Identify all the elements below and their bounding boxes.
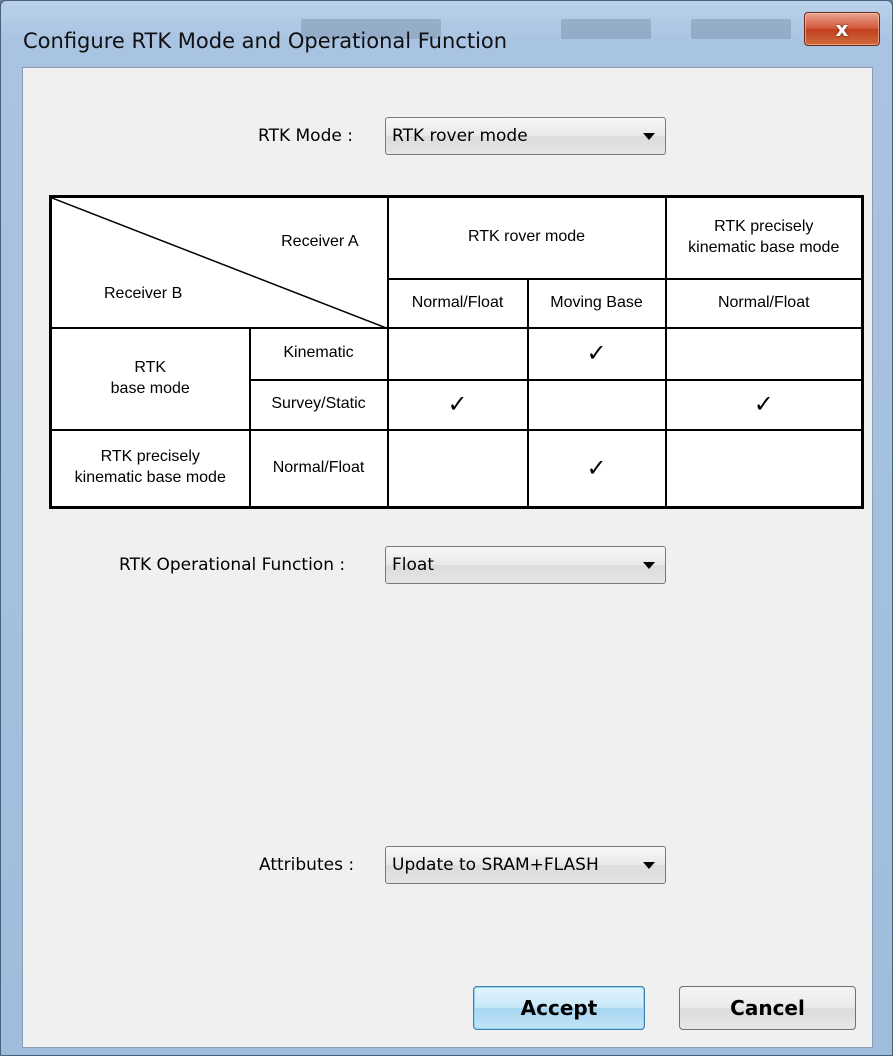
col-group-rover: RTK rover mode bbox=[386, 195, 667, 280]
row-group-rtk-base: RTK base mode bbox=[49, 326, 251, 431]
accept-button[interactable]: Accept bbox=[473, 986, 645, 1030]
title-bar-background-blur bbox=[691, 19, 791, 39]
window-title: Configure RTK Mode and Operational Funct… bbox=[23, 29, 508, 53]
sub-col-normal-float: Normal/Float bbox=[386, 277, 529, 329]
close-button[interactable]: x bbox=[804, 12, 880, 46]
rtk-mode-label: RTK Mode : bbox=[258, 126, 353, 146]
close-icon: x bbox=[835, 17, 849, 41]
table-cell bbox=[386, 326, 529, 381]
rtk-mode-value: RTK rover mode bbox=[392, 126, 528, 146]
table-cell bbox=[386, 428, 529, 509]
check-icon: ✓ bbox=[664, 378, 864, 431]
receiver-b-label: Receiver B bbox=[104, 285, 183, 302]
compatibility-table: Receiver A Receiver B RTK rover mode RTK… bbox=[49, 195, 864, 509]
sub-row-kinematic: Kinematic bbox=[248, 326, 389, 381]
attributes-label: Attributes : bbox=[259, 855, 355, 875]
row-group-precise-base: RTK precisely kinematic base mode bbox=[49, 428, 251, 509]
attributes-dropdown[interactable]: Update to SRAM+FLASH bbox=[385, 846, 666, 884]
attributes-value: Update to SRAM+FLASH bbox=[392, 855, 599, 875]
chevron-down-icon bbox=[643, 862, 655, 869]
title-bar[interactable]: Configure RTK Mode and Operational Funct… bbox=[1, 1, 892, 67]
chevron-down-icon bbox=[643, 562, 655, 569]
dialog-window: Configure RTK Mode and Operational Funct… bbox=[0, 0, 893, 1056]
operational-function-label: RTK Operational Function : bbox=[119, 555, 346, 575]
check-icon: ✓ bbox=[526, 326, 667, 381]
title-bar-background-blur bbox=[561, 19, 651, 39]
rtk-mode-dropdown[interactable]: RTK rover mode bbox=[385, 117, 666, 155]
check-icon: ✓ bbox=[526, 428, 667, 509]
table-corner-header: Receiver A Receiver B bbox=[49, 195, 389, 329]
sub-col-normal-float-2: Normal/Float bbox=[664, 277, 864, 329]
sub-row-normal-float: Normal/Float bbox=[248, 428, 389, 509]
sub-row-survey-static: Survey/Static bbox=[248, 378, 389, 431]
table-cell bbox=[526, 378, 667, 431]
chevron-down-icon bbox=[643, 133, 655, 140]
operational-function-dropdown[interactable]: Float bbox=[385, 546, 666, 584]
table-cell bbox=[664, 326, 864, 381]
sub-col-moving-base: Moving Base bbox=[526, 277, 667, 329]
operational-function-value: Float bbox=[392, 555, 434, 575]
cancel-button[interactable]: Cancel bbox=[679, 986, 856, 1030]
receiver-a-label: Receiver A bbox=[281, 233, 359, 250]
check-icon: ✓ bbox=[386, 378, 529, 431]
diagonal-divider bbox=[52, 198, 389, 329]
table-cell bbox=[664, 428, 864, 509]
col-group-precise-base: RTK precisely kinematic base mode bbox=[664, 195, 864, 280]
